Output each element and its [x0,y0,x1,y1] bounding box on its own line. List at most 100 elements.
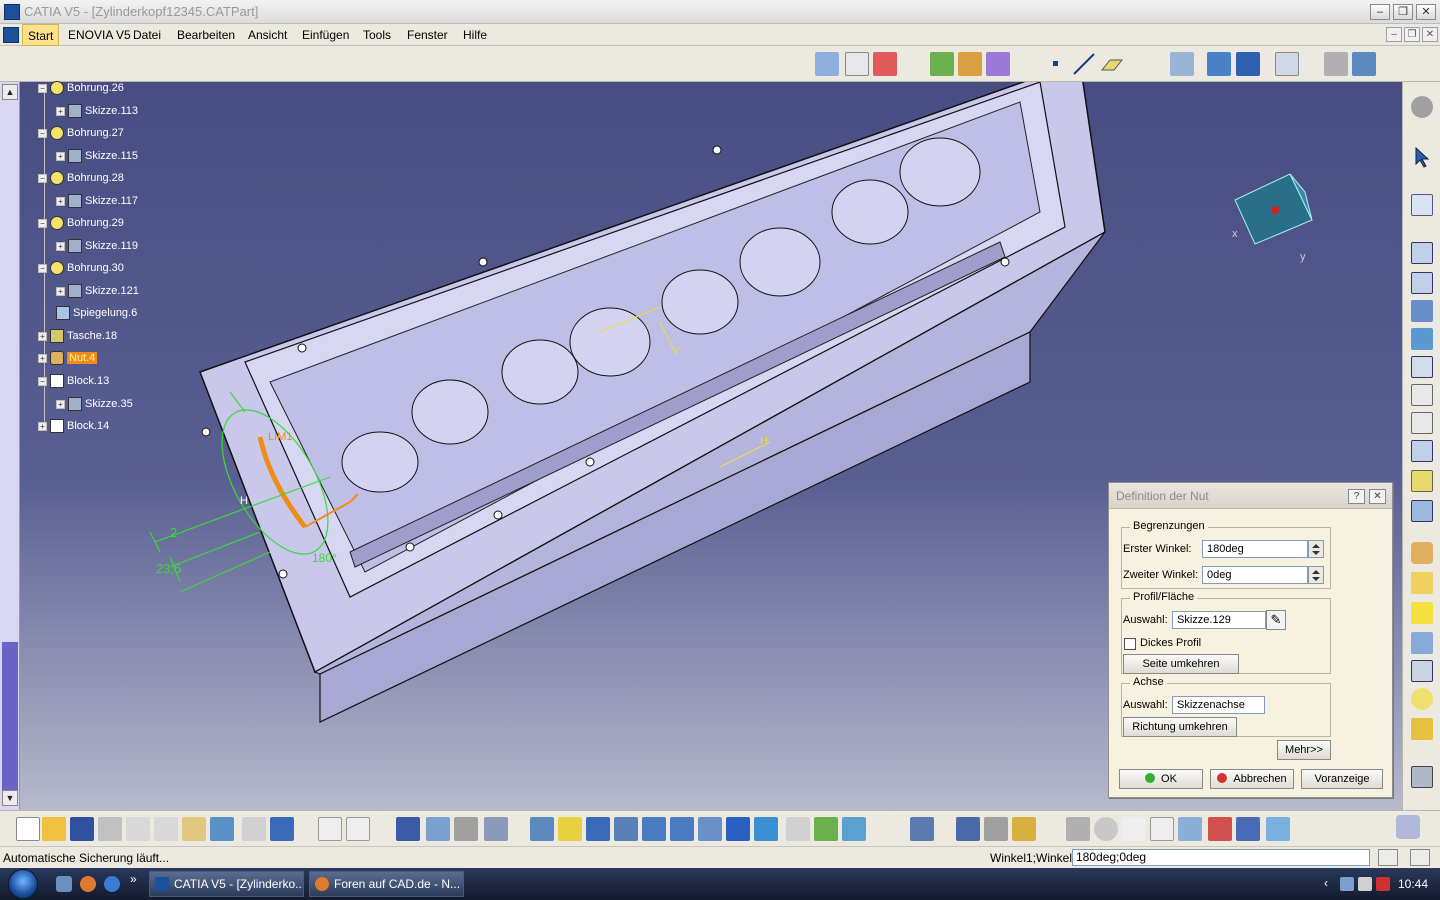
compass-widget[interactable]: x y [1232,173,1313,263]
second-angle-field[interactable]: 0deg [1202,566,1308,584]
close-button[interactable]: ✕ [1416,4,1436,20]
measure-inertia-icon[interactable] [1012,817,1036,841]
pan-icon[interactable] [586,817,610,841]
fly-mode-icon[interactable] [530,817,554,841]
security-tray-icon[interactable] [1376,877,1390,891]
formula-icon[interactable] [318,817,342,841]
tree-item-block-13[interactable]: − Block.13 [38,371,109,391]
more-button[interactable]: Mehr>> [1277,740,1331,760]
quicklaunch-more[interactable]: » [130,872,137,886]
tree-structure-icon[interactable] [426,817,450,841]
catalog-icon[interactable] [1236,817,1260,841]
dialog-close-icon[interactable]: ✕ [1369,489,1386,504]
menu-fenster[interactable]: Fenster [402,24,453,46]
profile-selection-field[interactable]: Skizze.129 [1172,611,1266,629]
axis-system-icon[interactable] [1122,817,1146,841]
refresh-icon[interactable] [1066,817,1090,841]
shading-icon[interactable] [786,817,810,841]
iso-view-icon[interactable] [754,817,778,841]
cut-icon[interactable] [126,817,150,841]
tree-item-skizze-35[interactable]: + Skizze.35 [56,394,133,414]
multi-view-icon[interactable] [726,817,750,841]
tree-item-skizze-119[interactable]: + Skizze.119 [56,236,138,256]
layer-icon[interactable] [1324,52,1348,76]
sketch-tool-icon[interactable] [1170,52,1194,76]
scroll-up-arrow-icon[interactable]: ▲ [2,84,18,100]
new-file-icon[interactable] [16,817,40,841]
pattern-tool-icon[interactable] [1411,660,1433,682]
scroll-thumb[interactable] [2,642,18,792]
select-arrow-icon[interactable] [1411,146,1433,168]
chamfer-tool-icon[interactable] [1411,572,1433,594]
remove-loft-icon[interactable] [1411,500,1433,522]
normal-view-icon[interactable] [698,817,722,841]
network-tray-icon[interactable] [1340,877,1354,891]
tree-item-skizze-115[interactable]: + Skizze.115 [56,146,138,166]
grid-pattern-icon[interactable] [1236,52,1260,76]
boolean-tool-icon[interactable] [1411,718,1433,740]
rotate-icon[interactable] [614,817,638,841]
menu-start[interactable]: Start [22,24,60,46]
cancel-button[interactable]: Abbrechen [1210,769,1294,789]
analysis-icon[interactable] [1208,817,1232,841]
rib-tool-icon[interactable] [1411,384,1433,406]
start-orb-icon[interactable] [8,869,38,899]
tree-item-bohrung-26[interactable]: − Bohrung.26 [38,78,124,98]
parameter-stop-icon[interactable] [1410,849,1430,866]
pocket-tool-icon[interactable] [1411,272,1433,294]
measure-tool-icon[interactable] [1411,766,1433,788]
volume-tray-icon[interactable] [1358,877,1372,891]
menu-tools[interactable]: Tools [358,24,396,46]
menu-datei[interactable]: Datei [128,24,166,46]
tree-item-skizze-113[interactable]: + Skizze.113 [56,101,138,121]
minimize-button[interactable]: – [1370,4,1390,20]
menu-bearbeiten[interactable]: Bearbeiten [172,24,240,46]
slot-tool-icon[interactable] [1411,412,1433,434]
abc-annotation-icon[interactable] [815,52,839,76]
fit-all-in-icon[interactable] [558,817,582,841]
hand-icon[interactable] [1094,817,1118,841]
copy-icon[interactable] [154,817,178,841]
whats-this-icon[interactable] [270,817,294,841]
tree-item-skizze-117[interactable]: + Skizze.117 [56,191,138,211]
thread-tool-icon[interactable] [1411,688,1433,710]
second-angle-spinner[interactable] [1308,566,1324,584]
pad-tool-icon[interactable] [1411,242,1433,264]
reverse-side-button[interactable]: Seite umkehren [1123,654,1239,674]
tree-item-bohrung-30[interactable]: − Bohrung.30 [38,258,124,278]
open-folder-icon[interactable] [42,817,66,841]
update-icon[interactable] [910,817,934,841]
sketcher-icon[interactable] [1411,194,1433,216]
render-icon-3[interactable] [986,52,1010,76]
tree-item-tasche-18[interactable]: + Tasche.18 [38,326,117,346]
render-icon-1[interactable] [930,52,954,76]
table-icon[interactable] [1352,52,1376,76]
shell-tool-icon[interactable] [1411,632,1433,654]
menu-enovia[interactable]: ENOVIA V5 [63,24,136,46]
scroll-down-arrow-icon[interactable]: ▼ [2,790,18,806]
zoom-out-icon[interactable] [670,817,694,841]
tree-item-spiegelung-6[interactable]: Spiegelung.6 [56,303,137,323]
reverse-direction-button[interactable]: Richtung umkehren [1123,717,1237,737]
undo-icon[interactable] [210,817,234,841]
menu-ansicht[interactable]: Ansicht [243,24,292,46]
shaft-tool-icon[interactable] [1411,300,1433,322]
plane-system-icon[interactable] [1178,817,1202,841]
measure-between-icon[interactable] [956,817,980,841]
zoom-in-icon[interactable] [642,817,666,841]
parameter-apply-icon[interactable] [1378,849,1398,866]
draft-tool-icon[interactable] [1411,602,1433,624]
fit-all-icon[interactable] [1275,52,1299,76]
show-desktop-icon[interactable] [56,876,72,892]
design-table-icon[interactable] [396,817,420,841]
stiffener-tool-icon[interactable] [1411,440,1433,462]
tree-item-nut-4[interactable]: + Nut.4 [38,348,98,368]
render-icon-2[interactable] [958,52,982,76]
doc-close-button[interactable]: ✕ [1422,27,1438,42]
groove-tool-icon[interactable] [1411,328,1433,350]
save-icon[interactable] [70,817,94,841]
menu-einfuegen[interactable]: Einfügen [297,24,354,46]
redo-icon[interactable] [242,817,266,841]
menu-hilfe[interactable]: Hilfe [458,24,492,46]
tree-item-block-14[interactable]: + Block.14 [38,416,109,436]
